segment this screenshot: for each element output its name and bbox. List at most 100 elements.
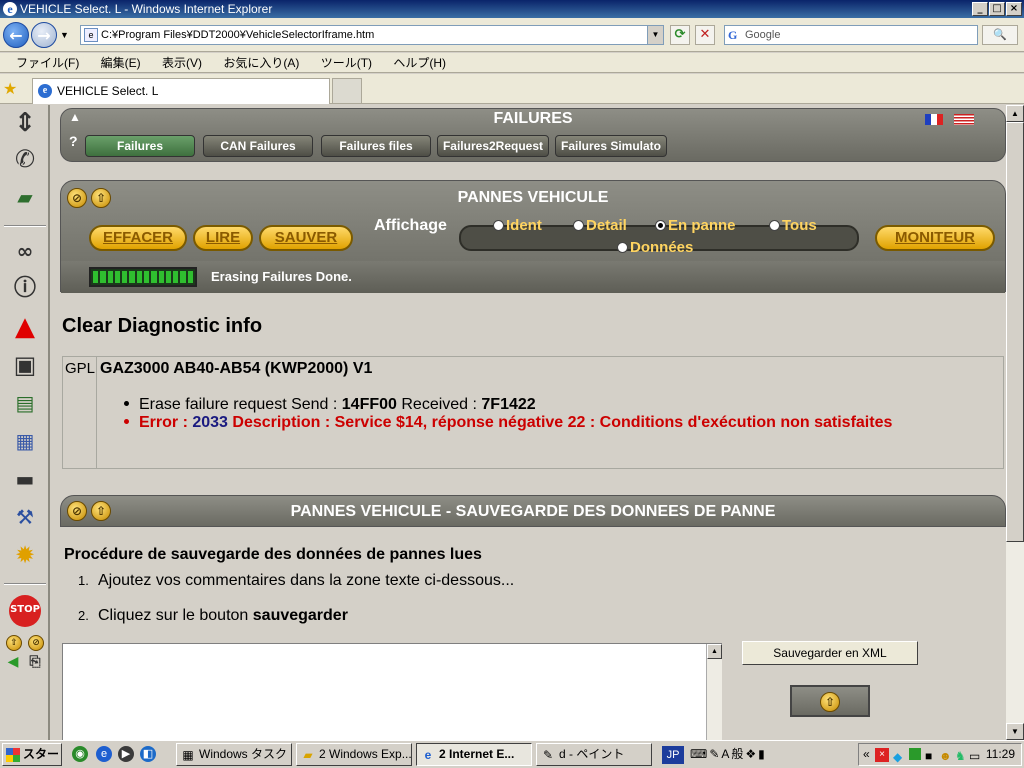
scroll-thumb[interactable] xyxy=(1006,122,1024,542)
tray-user-icon[interactable]: ☻ xyxy=(939,746,952,767)
task-internet-explorer[interactable]: e 2 Internet E... xyxy=(416,743,532,766)
error-code: 2033 xyxy=(192,414,228,431)
comments-textarea[interactable] xyxy=(62,643,722,740)
tab-failures-files[interactable]: Failures files xyxy=(321,135,431,157)
textarea-scroll-up-icon[interactable]: ▲ xyxy=(707,644,722,659)
menu-edit[interactable]: 編集(E) xyxy=(101,56,141,70)
chart-icon[interactable]: ▤ xyxy=(8,387,42,419)
task-windows-tasks[interactable]: ▦ Windows タスク ... xyxy=(176,743,292,766)
task-paint[interactable]: ✎ d - ペイント xyxy=(536,743,652,766)
monitor-icon[interactable]: ▣ xyxy=(8,349,42,381)
binoculars-icon[interactable]: ∞ xyxy=(8,235,42,267)
ie-logo-icon: e xyxy=(3,2,17,16)
radio-en-panne-dot[interactable] xyxy=(655,220,666,231)
upload-button[interactable]: ⇧ xyxy=(790,685,870,717)
radio-detail-label: Detail xyxy=(586,217,627,234)
address-bar[interactable]: e C:¥Program Files¥DDT2000¥VehicleSelect… xyxy=(80,25,664,45)
up-small-icon[interactable]: ⇧ xyxy=(6,635,22,651)
tab-vehicle-select[interactable]: e VEHICLE Select. L xyxy=(32,78,330,104)
warning-icon[interactable]: ▲ xyxy=(8,311,42,343)
tab-failures2request[interactable]: Failures2Request xyxy=(437,135,549,157)
forward-button[interactable]: → xyxy=(31,22,57,48)
tray-expand-icon[interactable]: « xyxy=(863,744,870,765)
scroll-down-icon[interactable]: ▼ xyxy=(1006,723,1024,740)
radio-detail-dot[interactable] xyxy=(573,220,584,231)
radio-en-panne[interactable]: En panne xyxy=(655,217,736,234)
radio-tous-dot[interactable] xyxy=(769,220,780,231)
flag-us-icon[interactable] xyxy=(954,114,974,125)
tray-monitor-icon[interactable]: ▭ xyxy=(969,746,980,767)
pannes-panel: ⊘ ⇧ PANNES VEHICULE EFFACER LIRE SAUVER … xyxy=(60,180,1006,293)
new-tab-button[interactable] xyxy=(332,78,362,104)
lire-button[interactable]: LIRE xyxy=(193,225,253,251)
ime-toolbar-icons[interactable]: ⌨✎A般❖▮ xyxy=(690,745,767,762)
copy-icon[interactable]: ⎘ xyxy=(26,653,44,671)
maximize-button[interactable]: □ xyxy=(989,2,1005,16)
menu-favorites[interactable]: お気に入り(A) xyxy=(223,56,299,70)
gear-icon[interactable]: ✹ xyxy=(8,539,42,571)
tray-network-icon[interactable]: ◆ xyxy=(893,747,902,768)
search-go-button[interactable]: 🔍 xyxy=(982,25,1018,45)
back-button[interactable]: ← xyxy=(3,22,29,48)
flag-fr-icon[interactable] xyxy=(925,114,943,125)
menu-tools[interactable]: ツール(T) xyxy=(321,56,372,70)
quicklaunch-media-icon[interactable]: ▶ xyxy=(118,746,134,762)
close-button[interactable]: × xyxy=(1006,2,1022,16)
tools-icon[interactable]: ⚒ xyxy=(8,501,42,533)
language-indicator[interactable]: JP xyxy=(662,746,684,764)
favorites-star-icon[interactable]: ★ xyxy=(3,79,17,99)
tab-failures-simulator[interactable]: Failures Simulato xyxy=(555,135,667,157)
start-button[interactable]: スタート xyxy=(2,743,62,766)
tray-security-icon[interactable]: × xyxy=(875,748,889,762)
address-dropdown-icon[interactable]: ▼ xyxy=(647,26,663,44)
task-label: Windows タスク ... xyxy=(199,747,292,761)
quicklaunch-ie-icon[interactable]: e xyxy=(96,746,112,762)
scroll-up-icon[interactable]: ▲ xyxy=(1006,105,1024,122)
radio-donnees-dot[interactable] xyxy=(617,242,628,253)
history-dropdown-icon[interactable]: ▼ xyxy=(60,30,69,40)
system-tray: « × ◆ ■ ☻ ♞ ▭ 11:29 xyxy=(858,743,1022,766)
tab-failures[interactable]: Failures xyxy=(85,135,195,157)
quicklaunch-messenger-icon[interactable]: ◉ xyxy=(72,746,88,762)
quicklaunch-desktop-icon[interactable]: ◧ xyxy=(140,746,156,762)
search-input[interactable]: G Google xyxy=(724,25,978,45)
effacer-button[interactable]: EFFACER xyxy=(89,225,187,251)
settings-panel-icon[interactable]: ▦ xyxy=(8,425,42,457)
textarea-scrollbar[interactable]: ▲ xyxy=(706,644,722,740)
tray-display-icon[interactable]: ■ xyxy=(925,746,932,767)
pannes-title: PANNES VEHICULE xyxy=(457,189,609,206)
chip-icon[interactable]: ▬ xyxy=(8,463,42,495)
radio-ident[interactable]: Ident xyxy=(493,217,542,234)
tab-title: VEHICLE Select. L xyxy=(57,84,159,98)
radio-tous-label: Tous xyxy=(782,217,817,234)
radio-ident-dot[interactable] xyxy=(493,220,504,231)
connector-icon[interactable]: ▰ xyxy=(8,181,42,213)
no-small-icon[interactable]: ⊘ xyxy=(28,635,44,651)
back-green-icon[interactable]: ◀ xyxy=(4,653,22,671)
stop-icon[interactable]: STOP xyxy=(9,595,41,627)
menu-help[interactable]: ヘルプ(H) xyxy=(393,56,446,70)
menu-view[interactable]: 表示(V) xyxy=(162,56,202,70)
tray-green-icon[interactable] xyxy=(909,748,921,760)
task-label: 2 Internet E... xyxy=(439,747,515,761)
tray-device-icon[interactable]: ♞ xyxy=(955,746,966,767)
minimize-button[interactable]: _ xyxy=(972,2,988,16)
task-label: d - ペイント xyxy=(559,747,625,761)
info-icon[interactable]: ⓘ xyxy=(8,273,42,305)
moniteur-button[interactable]: MONITEUR xyxy=(875,225,995,251)
error-label: Error : xyxy=(139,414,193,431)
radio-donnees[interactable]: Données xyxy=(617,239,693,256)
help-icon[interactable]: ? xyxy=(69,133,78,149)
save-xml-button[interactable]: Sauvegarder en XML xyxy=(742,641,918,665)
radio-detail[interactable]: Detail xyxy=(573,217,627,234)
menu-file[interactable]: ファイル(F) xyxy=(16,56,79,70)
tab-can-failures[interactable]: CAN Failures xyxy=(203,135,313,157)
stop-button[interactable]: ✕ xyxy=(695,25,715,45)
sauver-button[interactable]: SAUVER xyxy=(259,225,353,251)
page-scrollbar[interactable]: ▲ ▼ xyxy=(1006,105,1024,740)
refresh-button[interactable]: ⟳ xyxy=(670,25,690,45)
vehicle-select-icon[interactable]: ⇕ xyxy=(8,107,42,139)
phone-icon[interactable]: ✆ xyxy=(8,143,42,175)
task-windows-explorer[interactable]: ▰ 2 Windows Exp... xyxy=(296,743,412,766)
radio-tous[interactable]: Tous xyxy=(769,217,817,234)
